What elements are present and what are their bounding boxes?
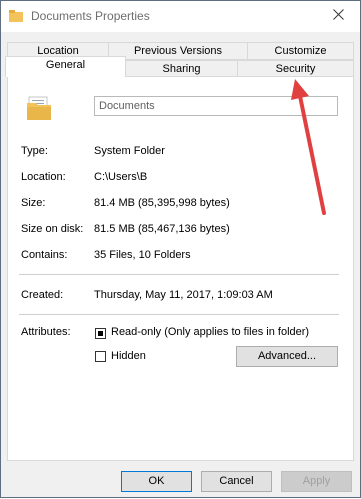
annotation-arrow [291, 79, 326, 215]
properties-window: Documents Properties Location Previous V… [0, 0, 361, 498]
